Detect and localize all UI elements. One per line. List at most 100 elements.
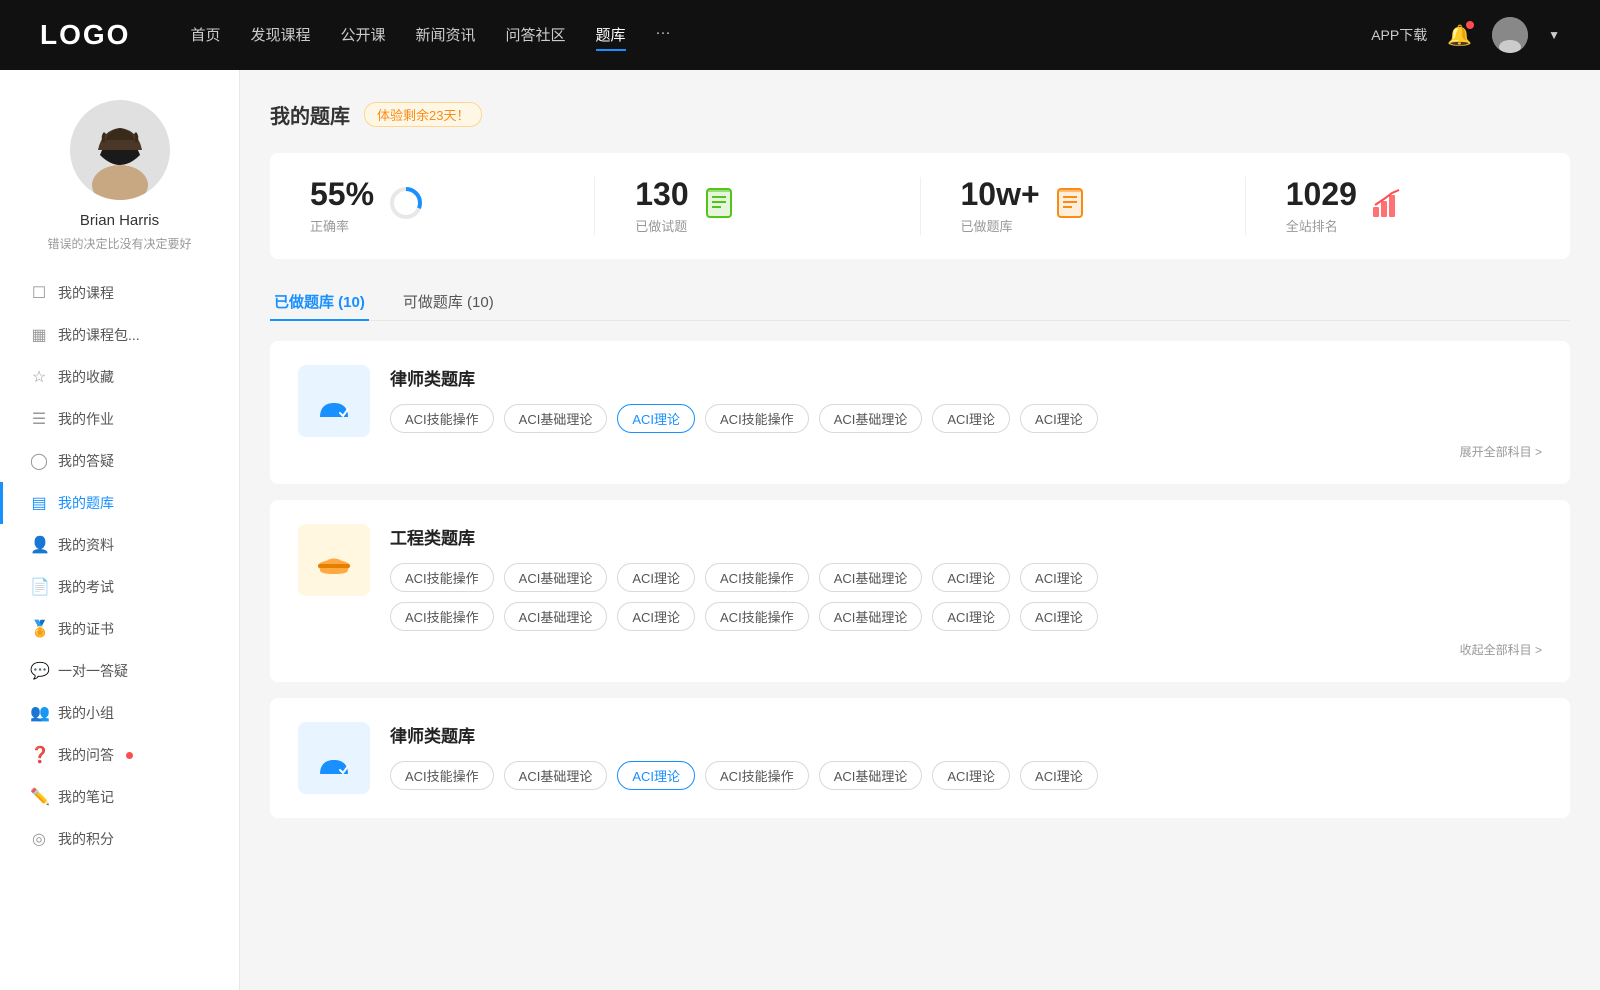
tag-2-1-4[interactable]: ACI技能操作 xyxy=(705,563,809,592)
my-course-icon: ☐ xyxy=(30,283,48,303)
navbar-right: APP下载 🔔 ▼ xyxy=(1371,17,1560,53)
nav-question-bank[interactable]: 题库 xyxy=(596,20,626,51)
my-notes-icon: ✏️ xyxy=(30,787,48,807)
logo: LOGO xyxy=(40,19,130,51)
qbank-card-2: 工程类题库 ACI技能操作 ACI基础理论 ACI理论 ACI技能操作 ACI基… xyxy=(270,500,1570,682)
qbank-lawyer-icon-wrap-3 xyxy=(298,722,370,794)
tag-2-1-1[interactable]: ACI技能操作 xyxy=(390,563,494,592)
qbank-card-2-collapse[interactable]: 收起全部科目 > xyxy=(390,641,1542,658)
stat-site-rank-label: 全站排名 xyxy=(1286,216,1357,235)
navbar: LOGO 首页 发现课程 公开课 新闻资讯 问答社区 题库 ··· APP下载 … xyxy=(0,0,1600,70)
stat-accuracy-label: 正确率 xyxy=(310,216,374,235)
tag-2-2-4[interactable]: ACI技能操作 xyxy=(705,602,809,631)
notification-bell[interactable]: 🔔 xyxy=(1447,23,1472,48)
nav-qa[interactable]: 问答社区 xyxy=(506,20,566,51)
sidebar-item-label-my-qbank: 我的题库 xyxy=(58,493,114,513)
tag-1-6[interactable]: ACI理论 xyxy=(932,404,1010,433)
sidebar-item-my-notes[interactable]: ✏️ 我的笔记 xyxy=(0,776,239,818)
tab-available-banks[interactable]: 可做题库 (10) xyxy=(399,283,498,320)
one-on-one-icon: 💬 xyxy=(30,661,48,681)
sidebar-item-my-data[interactable]: 👤 我的资料 xyxy=(0,524,239,566)
qbank-lawyer-icon-wrap-1 xyxy=(298,365,370,437)
tag-2-2-5[interactable]: ACI基础理论 xyxy=(819,602,923,631)
app-download-button[interactable]: APP下载 xyxy=(1371,25,1427,45)
nav-news[interactable]: 新闻资讯 xyxy=(416,20,476,51)
sidebar-item-my-course-pkg[interactable]: ▦ 我的课程包... xyxy=(0,314,239,356)
stat-accuracy-value: 55% xyxy=(310,177,374,212)
sidebar-item-my-qa[interactable]: ◯ 我的答疑 xyxy=(0,440,239,482)
sidebar-item-label-my-points: 我的积分 xyxy=(58,829,114,849)
sidebar-menu: ☐ 我的课程 ▦ 我的课程包... ☆ 我的收藏 ☰ 我的作业 ◯ 我的答疑 ▤… xyxy=(0,272,239,860)
sidebar-item-label-my-exam: 我的考试 xyxy=(58,577,114,597)
qbank-card-2-title: 工程类题库 xyxy=(390,524,1542,549)
tag-3-5[interactable]: ACI基础理论 xyxy=(819,761,923,790)
nav-home[interactable]: 首页 xyxy=(190,20,220,51)
stat-done-questions: 130 已做试题 xyxy=(595,177,920,235)
nav-open-course[interactable]: 公开课 xyxy=(340,20,385,51)
tag-2-2-1[interactable]: ACI技能操作 xyxy=(390,602,494,631)
sidebar-item-my-favorites[interactable]: ☆ 我的收藏 xyxy=(0,356,239,398)
tag-3-1[interactable]: ACI技能操作 xyxy=(390,761,494,790)
sidebar-item-my-cert[interactable]: 🏅 我的证书 xyxy=(0,608,239,650)
tag-1-7[interactable]: ACI理论 xyxy=(1020,404,1098,433)
tag-1-2[interactable]: ACI基础理论 xyxy=(504,404,608,433)
tag-1-1[interactable]: ACI技能操作 xyxy=(390,404,494,433)
my-qbank-icon: ▤ xyxy=(30,493,48,513)
sidebar-item-my-course[interactable]: ☐ 我的课程 xyxy=(0,272,239,314)
tag-2-2-7[interactable]: ACI理论 xyxy=(1020,602,1098,631)
stats-bar: 55% 正确率 130 已做试题 xyxy=(270,153,1570,259)
nav-more[interactable]: ··· xyxy=(656,20,671,51)
qbank-card-2-tags-row2: ACI技能操作 ACI基础理论 ACI理论 ACI技能操作 ACI基础理论 AC… xyxy=(390,602,1542,631)
sidebar-item-my-homework[interactable]: ☰ 我的作业 xyxy=(0,398,239,440)
sidebar-item-my-group[interactable]: 👥 我的小组 xyxy=(0,692,239,734)
sidebar-item-label-my-group: 我的小组 xyxy=(58,703,114,723)
sidebar-item-label-my-notes: 我的笔记 xyxy=(58,787,114,807)
avatar[interactable] xyxy=(1492,17,1528,53)
tag-2-1-3[interactable]: ACI理论 xyxy=(617,563,695,592)
qbank-card-1-expand[interactable]: 展开全部科目 > xyxy=(390,443,1542,460)
tag-3-7[interactable]: ACI理论 xyxy=(1020,761,1098,790)
nav-menu: 首页 发现课程 公开课 新闻资讯 问答社区 题库 ··· xyxy=(190,20,1331,51)
sidebar-item-my-points[interactable]: ◎ 我的积分 xyxy=(0,818,239,860)
sidebar-item-label-my-questions: 我的问答 xyxy=(58,745,114,765)
my-cert-icon: 🏅 xyxy=(30,619,48,639)
tag-3-4[interactable]: ACI技能操作 xyxy=(705,761,809,790)
sidebar-motto: 错误的决定比没有决定要好 xyxy=(47,235,191,252)
stat-accuracy-text: 55% 正确率 xyxy=(310,177,374,235)
tag-2-2-3[interactable]: ACI理论 xyxy=(617,602,695,631)
sidebar-item-my-qbank[interactable]: ▤ 我的题库 xyxy=(0,482,239,524)
sidebar-item-my-exam[interactable]: 📄 我的考试 xyxy=(0,566,239,608)
stat-done-questions-label: 已做试题 xyxy=(635,216,688,235)
notification-dot xyxy=(1466,21,1474,29)
tab-done-banks[interactable]: 已做题库 (10) xyxy=(270,283,369,320)
tag-2-1-5[interactable]: ACI基础理论 xyxy=(819,563,923,592)
sidebar-item-one-on-one[interactable]: 💬 一对一答疑 xyxy=(0,650,239,692)
my-course-pkg-icon: ▦ xyxy=(30,325,48,345)
tag-2-2-2[interactable]: ACI基础理论 xyxy=(504,602,608,631)
sidebar-item-my-questions[interactable]: ❓ 我的问答 xyxy=(0,734,239,776)
tag-2-1-2[interactable]: ACI基础理论 xyxy=(504,563,608,592)
page-title: 我的题库 xyxy=(270,100,350,129)
qbank-card-1-tags: ACI技能操作 ACI基础理论 ACI理论 ACI技能操作 ACI基础理论 AC… xyxy=(390,404,1542,433)
tag-2-1-6[interactable]: ACI理论 xyxy=(932,563,1010,592)
qbank-card-1-header: 律师类题库 ACI技能操作 ACI基础理论 ACI理论 ACI技能操作 ACI基… xyxy=(298,365,1542,460)
sidebar-item-label-my-data: 我的资料 xyxy=(58,535,114,555)
tag-2-1-7[interactable]: ACI理论 xyxy=(1020,563,1098,592)
my-points-icon: ◎ xyxy=(30,829,48,849)
stat-done-banks-value: 10w+ xyxy=(961,177,1040,212)
stat-site-rank: 1029 全站排名 xyxy=(1246,177,1570,235)
nav-discover[interactable]: 发现课程 xyxy=(250,20,310,51)
tag-3-6[interactable]: ACI理论 xyxy=(932,761,1010,790)
tag-1-5[interactable]: ACI基础理论 xyxy=(819,404,923,433)
sidebar-item-label-my-homework: 我的作业 xyxy=(58,409,114,429)
tag-1-4[interactable]: ACI技能操作 xyxy=(705,404,809,433)
tag-3-2[interactable]: ACI基础理论 xyxy=(504,761,608,790)
qbank-card-1: 律师类题库 ACI技能操作 ACI基础理论 ACI理论 ACI技能操作 ACI基… xyxy=(270,341,1570,484)
tag-3-3[interactable]: ACI理论 xyxy=(617,761,695,790)
tag-1-3[interactable]: ACI理论 xyxy=(617,404,695,433)
sidebar-item-label-my-cert: 我的证书 xyxy=(58,619,114,639)
tag-2-2-6[interactable]: ACI理论 xyxy=(932,602,1010,631)
stat-done-banks-text: 10w+ 已做题库 xyxy=(961,177,1040,235)
qbank-card-3-tags: ACI技能操作 ACI基础理论 ACI理论 ACI技能操作 ACI基础理论 AC… xyxy=(390,761,1542,790)
profile-dropdown-arrow[interactable]: ▼ xyxy=(1548,28,1560,42)
